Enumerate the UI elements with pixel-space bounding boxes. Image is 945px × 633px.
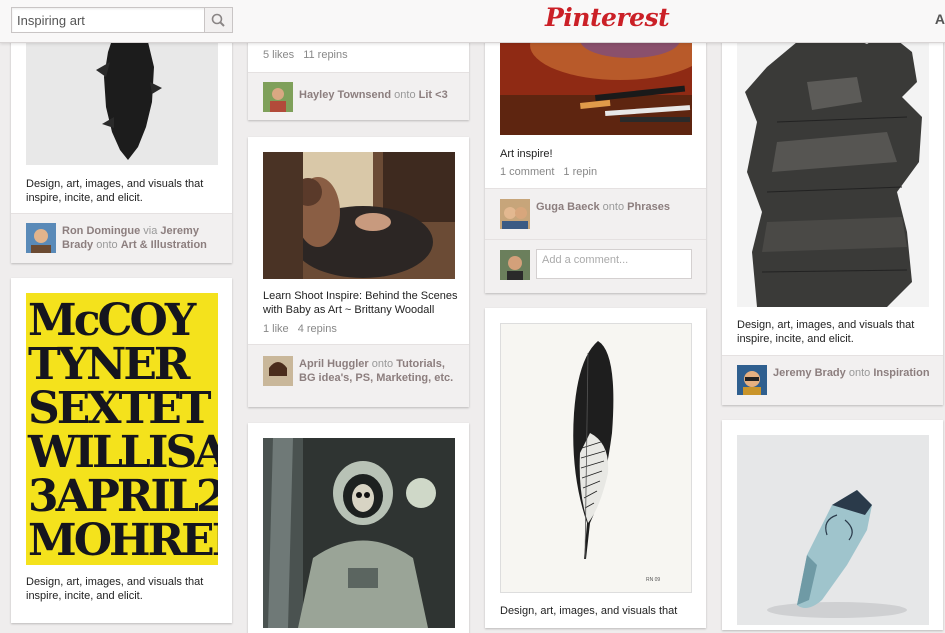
pin-image-sculpture[interactable] [26, 22, 218, 165]
artist-signature: RN 09 [646, 577, 661, 583]
attribution-text: April Huggler onto Tutorials, BG idea's,… [299, 358, 454, 384]
avatar[interactable] [737, 365, 767, 395]
comments-count[interactable]: 1 comment [500, 166, 554, 178]
user-link[interactable]: Hayley Townsend [299, 89, 391, 101]
pin-image-feather[interactable]: RN 09 [500, 323, 692, 593]
search-input[interactable] [17, 11, 207, 29]
pin-description: Design, art, images, and visuals that in… [26, 576, 204, 602]
pin-description: Art inspire! [500, 148, 553, 160]
pin-attribution: Guga Baeck onto Phrases [485, 188, 706, 239]
pin-stats: 1 comment 1 repin [500, 166, 606, 178]
attribution-text: Guga Baeck onto Phrases [536, 201, 670, 213]
user-link[interactable]: Ron Domingue [62, 225, 140, 237]
board-link[interactable]: Phrases [627, 201, 670, 213]
repins-count[interactable]: 4 repins [298, 323, 337, 335]
board-link[interactable]: Inspiration [873, 367, 929, 379]
attribution-text: Jeremy Brady onto Inspiration [773, 367, 930, 379]
magnifier-icon [211, 13, 225, 27]
comment-area: Add a comment... [485, 239, 706, 293]
pin-attribution: Hayley Townsend onto Lit <3 [248, 72, 469, 120]
search-button[interactable] [204, 8, 232, 32]
board-link[interactable]: Lit <3 [419, 89, 448, 101]
avatar[interactable] [263, 356, 293, 386]
pin-card: RN 09 Design, art, images, and visuals t… [485, 308, 706, 628]
pin-image-sculpture[interactable] [737, 22, 929, 307]
pin-stats: 1 like 4 repins [263, 323, 346, 335]
pin-card: McCOY TYNER SEXTET WILLISAU 3APRIL20 MOH… [11, 278, 232, 623]
pin-stats: 5 likes 11 repins [263, 49, 357, 61]
pin-image-astronaut[interactable] [263, 438, 455, 628]
board-link[interactable]: Art & Illustration [121, 239, 207, 251]
likes-count[interactable]: 1 like [263, 323, 289, 335]
top-bar: Pinterest A [0, 0, 945, 43]
pin-card [248, 423, 469, 633]
pin-card: Art inspire! 1 comment 1 repin Guga Baeck… [485, 25, 706, 293]
pin-image-shoe[interactable] [737, 435, 929, 625]
likes-count[interactable]: 5 likes [263, 49, 294, 61]
poster-line: WILLISAU [28, 427, 218, 478]
poster-line: 3APRIL20 [28, 471, 218, 522]
poster-line: MOHREN [28, 515, 218, 565]
avatar[interactable] [263, 82, 293, 112]
pin-description: Design, art, images, and visuals that [500, 605, 678, 617]
pin-card [722, 420, 943, 630]
user-link[interactable]: April Huggler [299, 358, 369, 370]
pin-attribution: Ron Domingue via Jeremy Brady onto Art &… [11, 213, 232, 263]
pin-image-poster[interactable]: McCOY TYNER SEXTET WILLISAU 3APRIL20 MOH… [26, 293, 218, 565]
attribution-text: Ron Domingue via Jeremy Brady onto Art &… [62, 225, 207, 251]
avatar[interactable] [500, 199, 530, 229]
pin-attribution: Jeremy Brady onto Inspiration [722, 355, 943, 405]
poster-line: McCOY [28, 295, 196, 346]
header-cutoff-text: A [934, 11, 945, 27]
repins-count[interactable]: 1 repin [563, 166, 597, 178]
attribution-text: Hayley Townsend onto Lit <3 [299, 89, 448, 101]
pin-image-photo[interactable] [263, 152, 455, 279]
comment-input[interactable]: Add a comment... [536, 249, 692, 279]
pin-description: Learn Shoot Inspire: Behind the Scenes w… [263, 290, 458, 316]
repins-count[interactable]: 11 repins [303, 49, 347, 61]
user-link[interactable]: Guga Baeck [536, 201, 600, 213]
pin-description: Design, art, images, and visuals that in… [26, 178, 204, 204]
pin-attribution: April Huggler onto Tutorials, BG idea's,… [248, 344, 469, 407]
pin-card: Learn Shoot Inspire: Behind the Scenes w… [248, 137, 469, 407]
user-link[interactable]: Jeremy Brady [773, 367, 846, 379]
avatar[interactable] [26, 223, 56, 253]
pin-card: Design, art, images, and visuals that in… [11, 22, 232, 263]
poster-line: SEXTET [28, 383, 211, 434]
pin-description: Design, art, images, and visuals that in… [737, 319, 915, 345]
poster-line: TYNER [28, 339, 190, 390]
search-box[interactable] [11, 7, 233, 33]
pin-card: Design, art, images, and visuals that in… [722, 22, 943, 405]
pinterest-logo[interactable]: Pinterest [545, 3, 670, 32]
avatar[interactable] [500, 250, 530, 280]
